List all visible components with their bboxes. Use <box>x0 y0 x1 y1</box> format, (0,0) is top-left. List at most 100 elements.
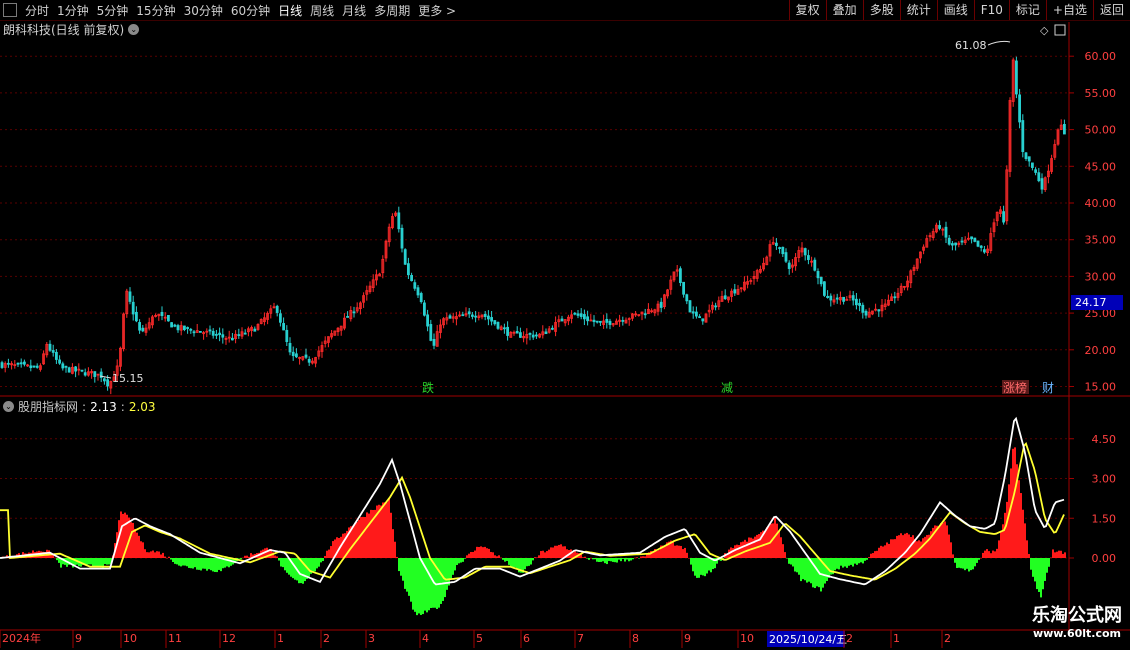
indicator-hist-bar <box>970 558 972 571</box>
candle-body <box>189 328 193 331</box>
indicator-hist-bar <box>1026 540 1028 558</box>
indicator-hist-bar <box>500 557 502 559</box>
indicator-hist-bar <box>878 547 880 558</box>
indicator-hist-bar <box>680 545 682 558</box>
stock-chart[interactable]: 60.0055.0050.0045.0040.0035.0030.0025.00… <box>0 0 1130 650</box>
indicator-hist-bar <box>538 555 540 558</box>
indicator-hist-bar <box>466 555 468 558</box>
indicator-hist-bar <box>140 541 142 558</box>
indicator-hist-bar <box>312 558 314 573</box>
candle-body <box>7 362 10 365</box>
indicator-hist-bar <box>624 558 626 562</box>
candle-body <box>682 281 685 295</box>
indicator-hist-bar <box>548 549 550 558</box>
indicator-hist-bar <box>1044 558 1046 581</box>
indicator-hist-bar <box>534 557 536 558</box>
indicator-hist-bar <box>154 552 156 558</box>
indicator-hist-bar <box>644 556 646 558</box>
indicator-hist-bar <box>790 558 792 565</box>
indicator-hist-bar <box>978 558 980 560</box>
indicator-hist-bar <box>418 558 420 614</box>
candle-body <box>954 242 957 246</box>
candle-body <box>893 296 897 299</box>
candle-body <box>352 311 356 314</box>
indicator-hist-bar <box>474 550 476 558</box>
indicator-hist-bar <box>186 558 188 567</box>
indicator-hist-bar <box>636 557 638 558</box>
candle-body <box>237 334 241 336</box>
x-label-9: 5 <box>476 632 483 645</box>
candle-body <box>275 305 279 313</box>
candle-body <box>1040 178 1044 190</box>
indicator-hist-bar <box>838 558 840 570</box>
indicator-hist-bar <box>1064 552 1066 558</box>
indicator-hist-bar <box>694 558 696 576</box>
x-label-after-2: 2 <box>944 632 951 645</box>
indicator-hist-bar <box>544 552 546 558</box>
indicator-hist-bar <box>176 558 178 565</box>
indicator-hist-bar <box>550 547 552 558</box>
indicator-hist-bar <box>188 558 190 568</box>
candle-body <box>701 318 705 322</box>
candle-body <box>778 247 781 249</box>
candle-body <box>560 318 564 322</box>
chevron-down-icon[interactable]: ⌄ <box>3 401 14 412</box>
indicator-hist-bar <box>206 558 208 571</box>
indicator-hist-bar <box>158 551 160 558</box>
candle-body <box>29 365 33 369</box>
candle-body <box>192 331 196 334</box>
indicator-hist-bar <box>54 557 56 559</box>
indicator-hist-bar <box>398 558 400 572</box>
indicator-hist-bar <box>850 558 852 565</box>
candle-body <box>22 361 26 365</box>
candle-body <box>422 302 426 316</box>
indicator-hist-bar <box>1052 549 1054 558</box>
indicator-hist-bar <box>148 552 150 558</box>
indicator-hist-bar <box>370 509 372 558</box>
candle-body <box>160 311 164 317</box>
indicator-hist-bar <box>104 558 106 565</box>
indicator-hist-bar <box>322 558 324 562</box>
candle-body <box>698 316 701 319</box>
x-label-6: 2 <box>323 632 330 645</box>
indicator-hist-bar <box>706 558 708 574</box>
price-ytick: 50.00 <box>1085 124 1117 137</box>
indicator-hist-bar <box>782 544 784 558</box>
candle-body <box>288 342 292 353</box>
chevron-down-icon[interactable]: ⌄ <box>128 24 140 35</box>
candle-body <box>467 311 471 315</box>
indicator-hist-bar <box>552 547 554 558</box>
x-label-3: 11 <box>168 632 182 645</box>
indicator-hist-bar <box>1000 531 1002 558</box>
indicator-hist-bar <box>214 558 216 572</box>
candle-body <box>599 320 602 323</box>
watermark: 乐淘公式网 www.60lt.com <box>1032 601 1122 640</box>
indicator-hist-bar <box>146 552 148 558</box>
x-label-after-1: 1 <box>893 632 900 645</box>
indicator-hist-bar <box>656 551 658 558</box>
indicator-hist-bar <box>308 558 310 577</box>
indicator-hist-bar <box>526 558 528 567</box>
indicator-hist-bar <box>1022 509 1024 558</box>
indicator-hist-bar <box>688 557 690 559</box>
candle-body <box>938 225 941 229</box>
indicator-hist-bar <box>894 539 896 558</box>
x-label-4: 12 <box>222 632 236 645</box>
indicator-hist-bar <box>802 558 804 580</box>
candle-body <box>410 275 414 282</box>
indicator-hist-bar <box>856 558 858 565</box>
indicator-hist-bar <box>600 558 602 562</box>
candle-body <box>592 319 596 323</box>
indicator-hist-bar <box>702 558 704 576</box>
candle-body <box>573 312 577 315</box>
indicator-hist-bar <box>796 558 798 573</box>
indicator-hist-bar <box>620 558 622 562</box>
indicator-hist-bar <box>1018 480 1020 558</box>
indicator-ytick: 4.50 <box>1092 433 1117 446</box>
candle-body <box>186 327 190 329</box>
indicator-hist-bar <box>944 521 946 558</box>
indicator-ytick: 3.00 <box>1092 473 1117 486</box>
indicator-hist-bar <box>682 549 684 558</box>
indicator-hist-bar <box>488 548 490 558</box>
x-label-14: 10 <box>740 632 754 645</box>
